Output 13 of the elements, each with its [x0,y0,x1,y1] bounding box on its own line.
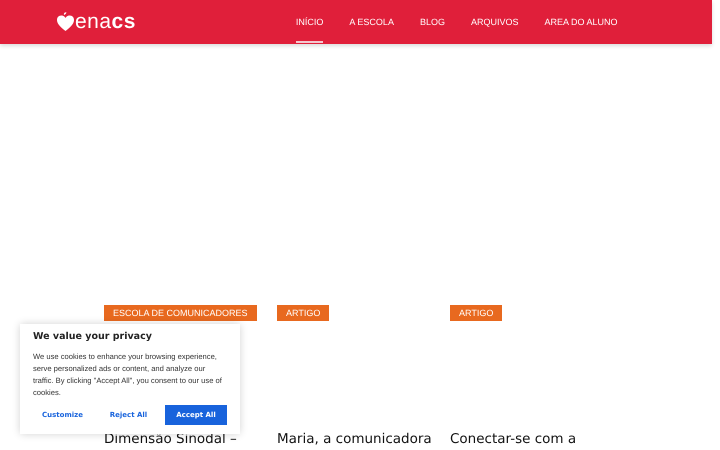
nav-link[interactable]: A ESCOLA [349,3,394,43]
logo-text: enacs [75,10,136,34]
heart-logo-icon [57,12,74,32]
post-title[interactable]: Maria, a comunicadora [277,431,437,447]
category-tag[interactable]: ESCOLA DE COMUNICADORES [104,305,257,321]
banner-title: We value your privacy [33,331,153,342]
nav-link[interactable]: AREA DO ALUNO [544,3,618,43]
category-tag[interactable]: ARTIGO [450,305,502,321]
nav-link[interactable]: BLOG [420,3,445,43]
category-tag[interactable]: ARTIGO [277,305,330,321]
nav-link[interactable]: INÍCIO [296,3,324,43]
post-title[interactable]: Conectar-se com a [450,431,610,447]
nav-link[interactable]: ARQUIVOS [470,3,518,43]
